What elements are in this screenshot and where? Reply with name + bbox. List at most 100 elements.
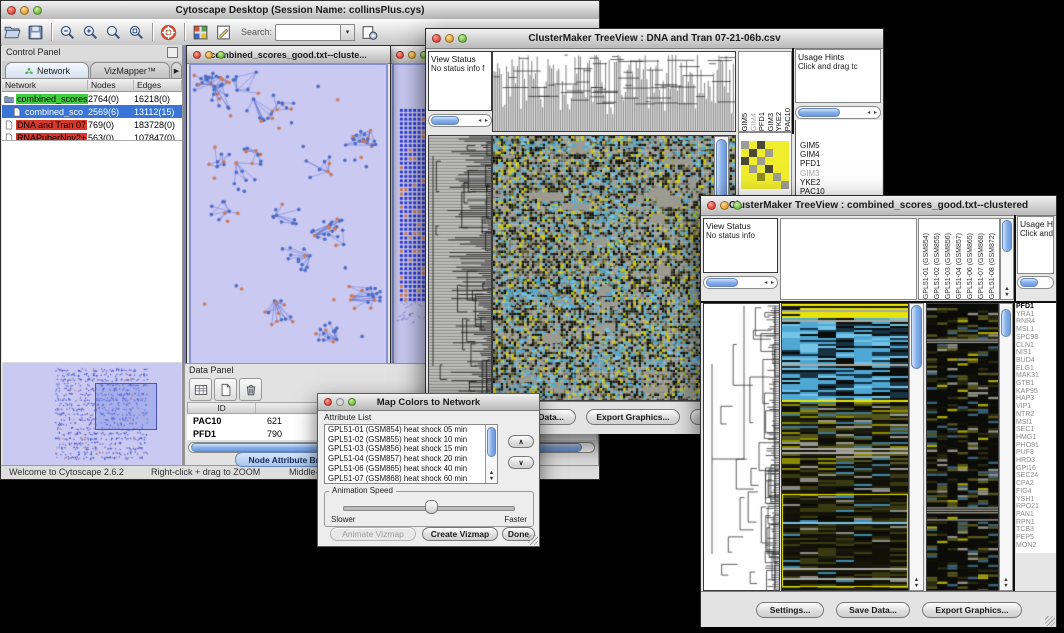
scrollbar-arrows-icon[interactable]: ▲▼ [1001,286,1013,298]
gene-label[interactable]: RNR4 [1016,318,1056,326]
column-header-id[interactable]: ID [188,403,256,413]
correlation-mini-heatmap[interactable] [741,141,789,189]
gene-label[interactable]: GIM3 [800,169,825,178]
gene-label[interactable]: RPO21 [1016,503,1056,511]
network-window-titlebar[interactable]: combined_scores_good.txt--cluste... [187,46,390,64]
gene-label[interactable]: GPI16 [1016,465,1056,473]
attribute-item[interactable]: GPL51-06 (GSM865) heat shock 40 min [325,464,497,474]
gene-label[interactable]: GTB1 [1016,380,1056,388]
move-up-button[interactable]: ∧ [508,435,534,448]
tab-overflow-button[interactable]: ▶ [171,62,182,78]
open-file-icon[interactable] [4,24,21,41]
treeview-titlebar[interactable]: ClusterMaker TreeView : DNA and Tran 07-… [426,29,883,49]
gene-label[interactable]: SEC1 [1016,426,1056,434]
gene-label[interactable]: YKE2 [800,178,825,187]
export-graphics-button[interactable]: Export Graphics... [586,409,680,425]
close-button[interactable] [193,51,201,59]
birdseye-viewport-rect[interactable] [95,383,157,430]
scrollbar-thumb[interactable] [798,108,840,117]
column-header-nodes[interactable]: Nodes [88,80,134,90]
float-panel-icon[interactable] [167,47,178,58]
create-vizmap-button[interactable]: Create Vizmap [422,527,498,541]
column-dendrogram[interactable] [493,52,735,131]
delete-attribute-button[interactable] [239,378,262,401]
gene-label[interactable]: MON2 [1016,542,1056,550]
scrollbar-thumb[interactable] [911,305,922,369]
gene-label[interactable]: MAK31 [1016,372,1056,380]
gene-label[interactable]: NIS1 [1016,349,1056,357]
column-dendrogram-panel[interactable] [780,218,917,300]
gene-label[interactable]: MSI1 [1016,419,1056,427]
minimize-button[interactable] [336,398,344,406]
row-dendrogram[interactable] [429,136,491,400]
gene-label[interactable]: SEC24 [1016,472,1056,480]
attribute-select-button[interactable] [189,378,212,401]
help-lifering-icon[interactable] [160,24,177,41]
animate-vizmap-button[interactable]: Animate Vizmap [330,527,416,541]
vizmap-squares-icon[interactable] [192,24,209,41]
attribute-item[interactable]: GPL51-02 (GSM855) heat shock 10 min [325,435,497,445]
gene-label[interactable]: PFD1 [1016,303,1056,311]
document-settings-icon[interactable] [361,24,378,41]
resize-handle[interactable] [528,535,538,545]
move-down-button[interactable]: ∨ [508,456,534,469]
settings-button[interactable]: Settings... [756,602,824,618]
slider-thumb[interactable] [425,500,438,514]
zoom-in-icon[interactable] [82,24,99,41]
attribute-item[interactable]: GPL51-07 (GSM868) heat shock 60 min [325,474,497,484]
attribute-item[interactable]: GPL51-01 (GSM854) heat shock 05 min [325,425,497,435]
column-header-edges[interactable]: Edges [134,80,182,90]
close-button[interactable] [396,51,404,59]
zoom-button[interactable] [458,34,467,43]
gene-list-vscrollbar[interactable]: ▲▼ [999,303,1013,591]
gene-label[interactable]: FIG4 [1016,488,1056,496]
network-row[interactable]: combined_scores 2764(0) 16218(0) [2,92,182,105]
search-input[interactable] [275,24,341,41]
export-graphics-button[interactable]: Export Graphics... [922,602,1022,618]
gene-label[interactable]: YRA1 [1016,311,1056,319]
gene-label[interactable]: HAP3 [1016,395,1056,403]
gene-label[interactable]: PFD1 [800,159,825,168]
zoom-selected-icon[interactable] [105,24,122,41]
heatmap-vscrollbar[interactable]: ▲▼ [909,303,924,591]
tab-vizmapper[interactable]: VizMapper™ [90,62,170,78]
scrollbar-thumb[interactable] [431,116,459,125]
dialog-titlebar[interactable]: Map Colors to Network [318,394,539,411]
gene-label[interactable]: GIM5 [800,141,825,150]
scrollbar-thumb[interactable] [1002,220,1012,252]
gene-label[interactable]: PHO81 [1016,442,1056,450]
gene-label[interactable]: ELG1 [1016,365,1056,373]
network-graph-view[interactable] [191,65,386,364]
gene-label[interactable]: MSL1 [1016,326,1056,334]
column-labels-vscrollbar[interactable]: ▲▼ [1000,218,1014,300]
close-button[interactable] [324,398,332,406]
gene-label[interactable]: CPA2 [1016,480,1056,488]
gene-label[interactable]: TCB3 [1016,526,1056,534]
gene-label[interactable]: PUF3 [1016,449,1056,457]
gene-label[interactable]: GIM4 [800,150,825,159]
row-dendrogram[interactable] [704,304,779,590]
main-titlebar[interactable]: Cytoscape Desktop (Session Name: collins… [1,1,599,20]
scrollbar-arrows-icon[interactable]: ▲▼ [486,470,497,482]
scrollbar-arrows-icon[interactable]: ▲▼ [1000,577,1012,589]
new-attribute-button[interactable] [214,378,237,401]
save-data-button[interactable]: Save Data... [836,602,910,618]
usage-hints-scrollbar[interactable] [1017,276,1054,289]
zoom-button[interactable] [33,6,42,15]
gene-label[interactable]: PEP5 [1016,534,1056,542]
scrollbar-thumb[interactable] [487,427,496,457]
annotation-icon[interactable] [215,24,232,41]
scrollbar-thumb[interactable] [1001,309,1011,337]
gene-label[interactable]: NTR2 [1016,411,1056,419]
resize-handle[interactable] [1045,616,1055,626]
view-status-scrollbar[interactable]: ◂ ▸ [428,114,492,127]
minimize-button[interactable] [205,51,213,59]
gene-label[interactable]: KAP95 [1016,388,1056,396]
close-button[interactable] [7,6,16,15]
gene-label[interactable]: HMG1 [1016,434,1056,442]
scrollbar-arrows-icon[interactable]: ◂ ▸ [764,279,777,286]
minimize-button[interactable] [408,51,416,59]
expression-heatmap[interactable] [782,304,908,590]
network-row-selected[interactable]: combined_sco 2569(6) 13112(15) [2,105,182,118]
attribute-item[interactable]: GPL51-03 (GSM856) heat shock 15 min [325,444,497,454]
